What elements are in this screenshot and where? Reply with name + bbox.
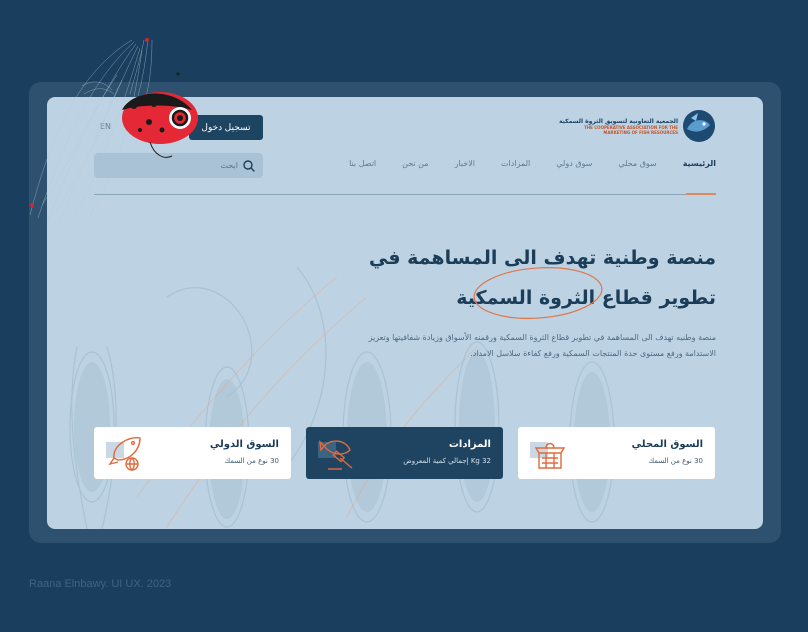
- nav-item-about[interactable]: من نحن: [402, 159, 428, 168]
- highlight-circle: [473, 267, 603, 319]
- hero-description: منصة وطنيه تهدف الى المساهمة في تطوير قط…: [368, 333, 716, 358]
- nav-item-international-market[interactable]: سوق دولي: [556, 159, 592, 168]
- designer-credit: Raana Elnbawy. UI UX. 2023: [29, 578, 172, 590]
- goldfish-decoration: [29, 37, 198, 221]
- association-logo[interactable]: الجمعية التعاونية لتسويق الثروة السمكية …: [559, 109, 716, 143]
- logo-text: الجمعية التعاونية لتسويق الثروة السمكية …: [559, 118, 678, 135]
- nav-item-contact[interactable]: اتصل بنا: [349, 159, 376, 168]
- card-title: السوق المحلي: [631, 439, 703, 450]
- card-subtitle: Kg 32 إجمالي كمية المعروض: [403, 457, 491, 465]
- card-subtitle: 30 نوع من السمك: [224, 457, 279, 465]
- nav-item-local-market[interactable]: سوق محلي: [618, 159, 656, 168]
- logo-name-en-2: MARKETING OF FISH RESOURCES: [603, 129, 678, 135]
- market-stall-icon: [530, 442, 566, 469]
- search-placeholder: ابحث: [220, 161, 238, 170]
- fish-logo-icon: [683, 110, 715, 142]
- local-market-card[interactable]: السوق المحلي 30 نوع من السمك: [518, 427, 715, 479]
- international-fish-icon: [106, 437, 141, 471]
- nav-item-news[interactable]: الاخبار: [455, 159, 475, 168]
- active-nav-indicator: [686, 193, 716, 195]
- auction-fish-icon: [318, 440, 353, 470]
- card-title: السوق الدولي: [209, 439, 279, 450]
- search-icon: [243, 159, 255, 172]
- nav-item-home[interactable]: الرئيسية: [683, 159, 716, 168]
- logo-name-ar: الجمعية التعاونية لتسويق الثروة السمكية: [559, 117, 678, 125]
- international-market-card[interactable]: السوق الدولي 30 نوع من السمك: [94, 427, 291, 479]
- card-subtitle: 30 نوع من السمك: [648, 457, 703, 465]
- auctions-card[interactable]: المزادات Kg 32 إجمالي كمية المعروض: [306, 427, 503, 479]
- main-nav: الرئيسية سوق محلي سوق دولي المزادات الاخ…: [349, 159, 716, 168]
- nav-item-auctions[interactable]: المزادات: [501, 159, 530, 168]
- card-title: المزادات: [448, 439, 491, 450]
